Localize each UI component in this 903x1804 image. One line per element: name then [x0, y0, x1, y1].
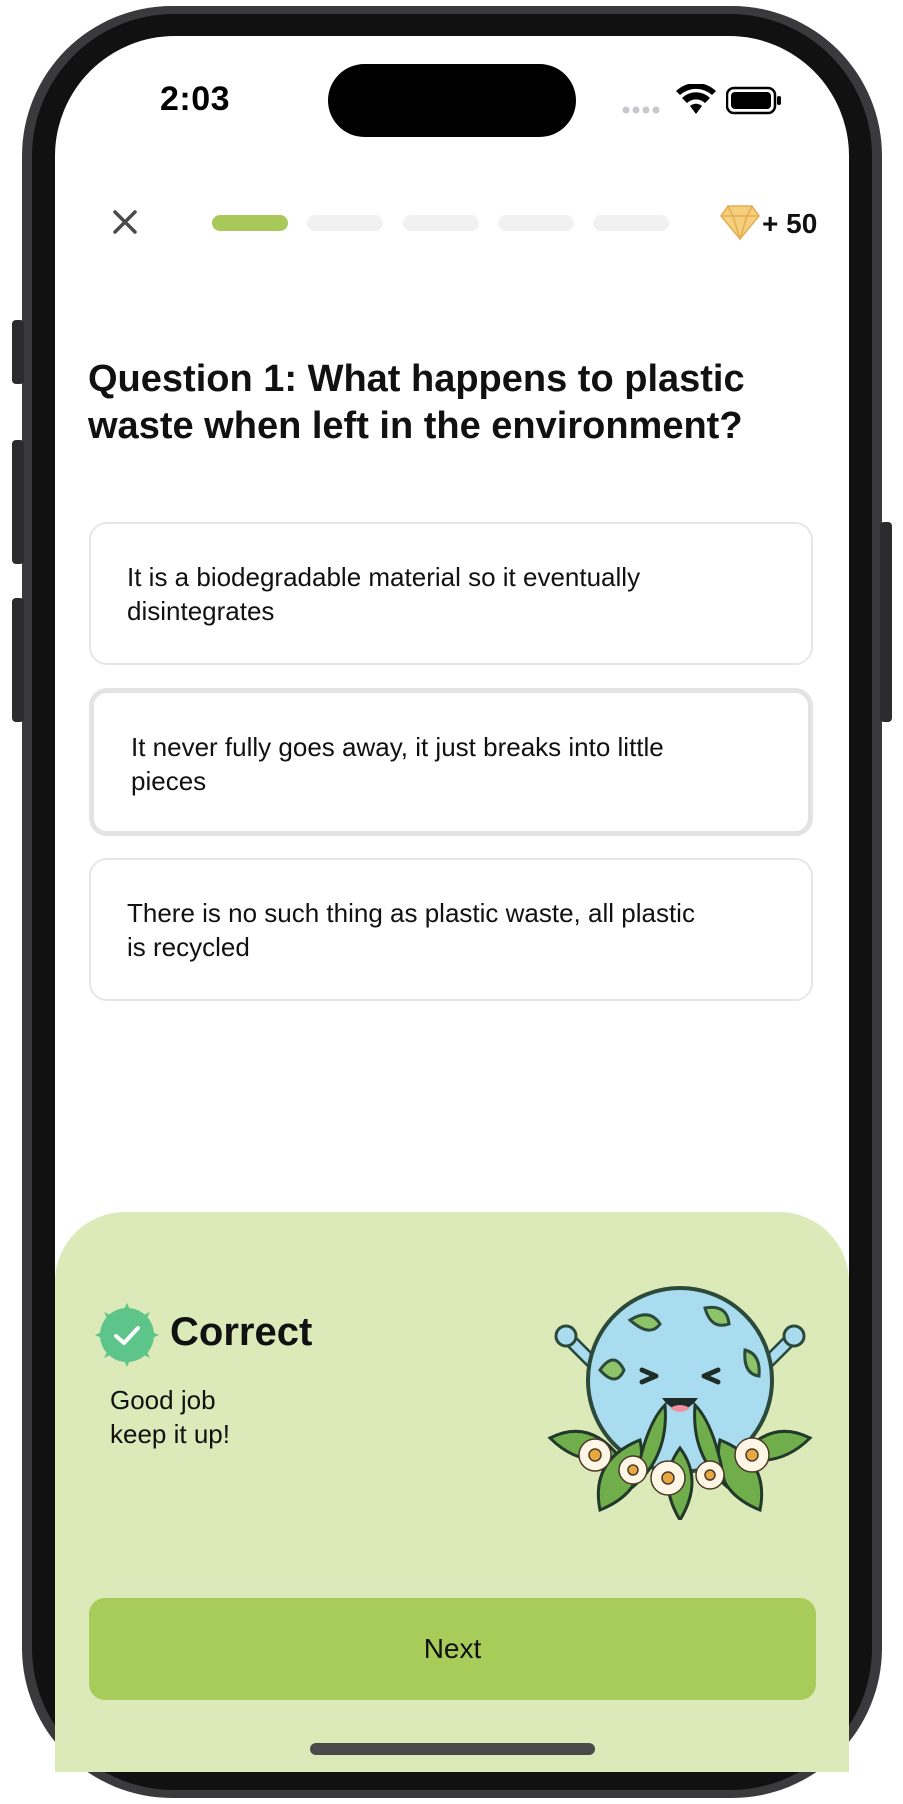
- option-text-line-2: disintegrates: [127, 596, 275, 626]
- answer-option[interactable]: There is no such thing as plastic waste,…: [89, 858, 813, 1001]
- progress-step-2: [307, 215, 383, 231]
- volume-up-button: [12, 440, 24, 564]
- feedback-message: Good job keep it up!: [110, 1385, 230, 1449]
- question-title: Question 1: What happens to plastic wast…: [88, 358, 745, 447]
- battery-icon: [726, 86, 781, 115]
- option-text-line-1: It never fully goes away, it just breaks…: [131, 732, 664, 762]
- progress-step-5: [593, 215, 669, 231]
- option-text-line-2: pieces: [131, 766, 207, 796]
- signal-icon: [622, 106, 660, 114]
- next-button[interactable]: Next: [89, 1598, 816, 1700]
- answer-option-selected[interactable]: It never fully goes away, it just breaks…: [89, 688, 813, 836]
- home-indicator[interactable]: [310, 1743, 595, 1755]
- status-time: 2:03: [160, 80, 231, 118]
- close-icon[interactable]: [105, 202, 145, 242]
- check-badge-icon: [95, 1303, 159, 1367]
- feedback-title: Correct: [170, 1310, 313, 1354]
- answer-option[interactable]: It is a biodegradable material so it eve…: [89, 522, 813, 665]
- power-button: [880, 522, 892, 722]
- dynamic-island: [328, 64, 576, 137]
- progress-step-3: [403, 215, 479, 231]
- option-text-line-2: is recycled: [127, 932, 250, 962]
- diamond-icon: [720, 205, 760, 240]
- progress-step-1: [212, 215, 288, 231]
- option-text-line-1: There is no such thing as plastic waste,…: [127, 898, 695, 928]
- wifi-icon: [676, 84, 716, 114]
- volume-down-button: [12, 598, 24, 722]
- option-text-line-1: It is a biodegradable material so it eve…: [127, 562, 641, 592]
- mute-switch: [12, 320, 24, 384]
- reward-points: + 50: [762, 208, 818, 239]
- happy-earth-illustration: [547, 1286, 813, 1520]
- progress-step-4: [498, 215, 574, 231]
